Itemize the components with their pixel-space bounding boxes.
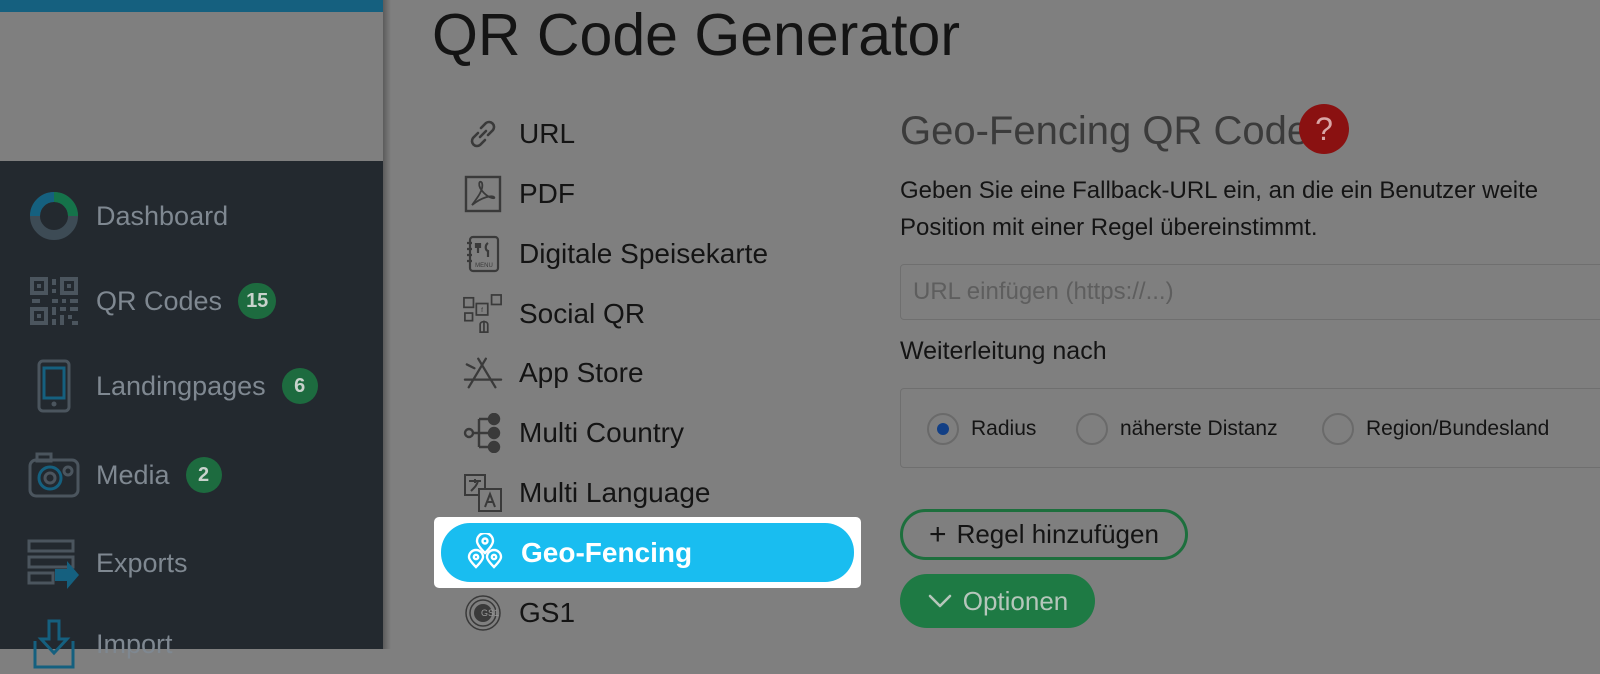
type-item-pdf[interactable]: PDF — [463, 169, 575, 219]
radio-label: näherste Distanz — [1120, 417, 1278, 440]
plus-icon: + — [929, 517, 947, 551]
type-item-geo-fencing[interactable]: Geo-Fencing — [441, 523, 854, 582]
type-item-label: Digitale Speisekarte — [519, 238, 769, 269]
export-icon — [26, 535, 82, 591]
sidebar-top-accent — [0, 0, 383, 12]
radio-option-radius[interactable]: Radius — [927, 413, 1036, 445]
type-item-label: GS1 — [519, 597, 576, 628]
type-item-multi-language[interactable]: Multi Language — [463, 468, 710, 518]
radio-button[interactable] — [1322, 413, 1354, 445]
landingpages-count-badge: 6 — [281, 368, 318, 404]
help-button[interactable]: ? — [1299, 104, 1349, 154]
sidebar-item-label: Media — [96, 459, 170, 490]
app-store-icon — [463, 353, 503, 393]
radio-button[interactable] — [1076, 413, 1108, 445]
radio-option-region[interactable]: Region/Bundesland — [1322, 413, 1549, 445]
options-label: Optionen — [962, 585, 1069, 616]
social-icon: f — [463, 294, 503, 334]
options-button[interactable]: Optionen — [900, 574, 1095, 628]
section-title: Geo-Fencing QR Code — [900, 109, 1310, 153]
add-rule-label: Regel hinzufügen — [956, 519, 1159, 549]
sidebar-item-media[interactable]: Media 2 — [26, 445, 222, 505]
sidebar-item-label: Import — [96, 628, 173, 659]
description-line: Geben Sie eine Fallback-URL ein, an die … — [900, 177, 1539, 204]
radio-label: Region/Bundesland — [1366, 417, 1550, 440]
menu-icon: MENU — [463, 234, 503, 274]
svg-text:GS1: GS1 — [481, 608, 499, 618]
radio-button-checked[interactable] — [927, 413, 959, 445]
import-icon — [26, 616, 82, 672]
media-count-badge: 2 — [185, 457, 222, 493]
radio-option-nearest-distance[interactable]: näherste Distanz — [1076, 413, 1278, 445]
sidebar-item-label: Exports — [96, 547, 188, 578]
geo-fencing-icon — [465, 532, 505, 573]
sidebar-item-landingpages[interactable]: Landingpages 6 — [26, 356, 318, 416]
type-item-app-store[interactable]: App Store — [463, 348, 644, 398]
svg-text:MENU: MENU — [475, 263, 493, 269]
phone-icon — [26, 358, 82, 414]
dashboard-donut-icon — [26, 188, 82, 244]
type-item-gs1[interactable]: GS1 GS1 — [463, 588, 575, 638]
multi-country-icon — [463, 413, 503, 453]
type-item-label: Multi Country — [519, 417, 684, 448]
qr-codes-count-badge: 15 — [238, 283, 277, 319]
description-text: Geben Sie eine Fallback-URL ein, an die … — [900, 172, 1600, 246]
chevron-down-icon — [927, 593, 953, 609]
add-rule-button[interactable]: + Regel hinzufügen — [900, 509, 1188, 560]
sidebar: Dashboard QR Codes 15 Landingpages 6 Med… — [0, 0, 391, 669]
redirect-label: Weiterleitung nach — [900, 337, 1107, 365]
type-item-label: Geo-Fencing — [521, 536, 693, 568]
camera-icon — [26, 447, 82, 503]
sidebar-item-label: Dashboard — [96, 200, 229, 231]
sidebar-item-exports[interactable]: Exports — [26, 533, 188, 593]
qr-code-icon — [26, 273, 82, 329]
description-line: Position mit einer Regel übereinstimmt. — [900, 214, 1318, 241]
multi-language-icon — [463, 473, 503, 513]
radio-label: Radius — [971, 417, 1037, 440]
pdf-icon — [463, 174, 503, 214]
sidebar-item-import[interactable]: Import — [26, 614, 173, 674]
type-item-url[interactable]: URL — [463, 109, 575, 159]
type-item-label: Multi Language — [519, 477, 711, 508]
radio-dot — [937, 423, 949, 435]
type-item-label: PDF — [519, 178, 575, 209]
svg-text:f: f — [481, 307, 483, 314]
sidebar-item-label: QR Codes — [96, 285, 223, 316]
sidebar-item-label: Landingpages — [96, 370, 266, 401]
type-item-multi-country[interactable]: Multi Country — [463, 408, 684, 458]
type-item-digital-menu[interactable]: MENU Digitale Speisekarte — [463, 229, 768, 279]
link-icon — [463, 114, 503, 154]
redirect-radio-group: Radius näherste Distanz Region/Bundeslan… — [900, 388, 1600, 468]
sidebar-shadow — [383, 0, 391, 649]
sidebar-logo-area — [0, 0, 383, 161]
type-item-social-qr[interactable]: f Social QR — [463, 289, 645, 339]
sidebar-item-qr-codes[interactable]: QR Codes 15 — [26, 271, 277, 331]
type-item-label: Social QR — [519, 298, 646, 329]
fallback-url-input[interactable] — [900, 264, 1600, 320]
page-title: QR Code Generator — [432, 2, 960, 68]
type-item-label: App Store — [519, 357, 644, 388]
type-item-label: URL — [519, 118, 576, 149]
sidebar-item-dashboard[interactable]: Dashboard — [26, 186, 228, 246]
gs1-icon: GS1 — [463, 593, 503, 633]
